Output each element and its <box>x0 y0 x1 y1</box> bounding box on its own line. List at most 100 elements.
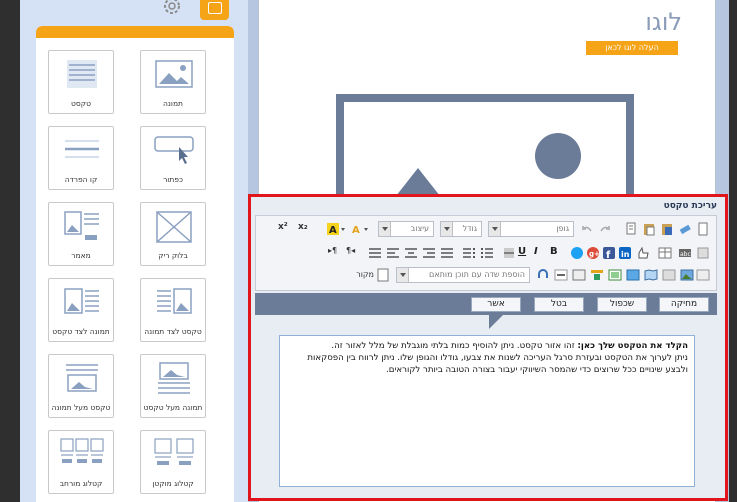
custom-field-combo-label: הוספת שדה עם תוכן מותאם <box>429 270 525 279</box>
text-above-image-icon <box>66 364 98 392</box>
strikethrough-icon[interactable] <box>502 246 516 260</box>
logo-upload-button[interactable]: העלה לוגו לכאן <box>586 41 678 55</box>
eraser-icon[interactable] <box>678 222 692 236</box>
button-icon <box>154 136 194 164</box>
copy-icon[interactable] <box>624 222 638 236</box>
editor-pointer <box>489 315 503 329</box>
blocks-toggle-button[interactable] <box>200 0 229 20</box>
toolbar-row-3: הוספת שדה עם תוכן מותאם מקור <box>256 266 716 288</box>
empty-block-icon <box>156 211 192 243</box>
sidebar: תמונה טקסט כפתור קו הפרדה בלוק ריק מאמר … <box>20 0 248 502</box>
justify-block-icon[interactable] <box>368 246 382 260</box>
superscript-icon[interactable]: x² <box>278 222 292 236</box>
image-mountain-shape <box>396 168 440 196</box>
editor-action-bar: מחיקה שכפול בטל אשר <box>255 293 717 315</box>
tile-article[interactable]: מאמר <box>48 202 114 266</box>
tile-image-above-text[interactable]: תמונה מעל טקסט <box>140 354 206 418</box>
tile-small-catalog[interactable]: קטלוג מוקטן <box>140 430 206 494</box>
tile-text-beside-image[interactable]: טקסט לצד תמונה <box>140 278 206 342</box>
delete-button[interactable]: מחיקה <box>659 297 709 312</box>
hr-icon[interactable] <box>590 268 604 282</box>
tile-image-beside-text[interactable]: תמונה לצד טקסט <box>48 278 114 342</box>
twitter-icon[interactable] <box>570 246 584 260</box>
paste-text-icon[interactable] <box>642 222 656 236</box>
confirm-button[interactable]: אשר <box>471 297 521 312</box>
editor-title: עריכת טקסט <box>663 201 717 211</box>
toolbar-row-2: abc in f g+ B I U ¶◂ ▸¶ <box>256 244 716 266</box>
iframe-icon[interactable] <box>608 268 622 282</box>
subscript-icon[interactable]: x₂ <box>298 222 312 236</box>
source-icon[interactable] <box>376 268 390 282</box>
align-right-icon[interactable] <box>422 246 436 260</box>
align-justify-icon[interactable] <box>440 246 454 260</box>
ltr-icon[interactable]: ¶◂ <box>346 246 360 260</box>
tile-label: טקסט מעל תמונה <box>51 403 111 412</box>
bold-icon[interactable]: B <box>550 246 564 260</box>
source-label[interactable]: מקור <box>356 270 374 279</box>
image-icon <box>155 60 193 88</box>
rtl-icon[interactable]: ▸¶ <box>328 246 342 260</box>
video-icon[interactable] <box>626 268 640 282</box>
linkedin-icon[interactable]: in <box>618 246 632 260</box>
paste-word-icon[interactable] <box>660 222 674 236</box>
custom-field-combo[interactable]: הוספת שדה עם תוכן מותאם <box>396 267 530 283</box>
gear-icon[interactable] <box>159 0 185 18</box>
align-center-icon[interactable] <box>404 246 418 260</box>
font-combo[interactable]: גופן <box>488 221 574 237</box>
sidebar-top-tools <box>20 0 248 28</box>
horizontal-line-icon[interactable] <box>554 268 568 282</box>
bullet-list-icon[interactable] <box>462 246 476 260</box>
underline-icon[interactable]: U <box>518 246 532 260</box>
cancel-button[interactable]: בטל <box>534 297 584 312</box>
anchor-icon[interactable]: abc <box>678 246 692 260</box>
tile-label: קו הפרדה <box>64 175 98 184</box>
size-combo-label: גודל <box>462 224 477 233</box>
tile-wide-catalog[interactable]: קטלוג מורחב <box>48 430 114 494</box>
like-icon[interactable] <box>636 246 650 260</box>
tile-label: טקסט לצד תמונה <box>144 327 202 336</box>
map-icon[interactable] <box>644 268 658 282</box>
logo-placeholder[interactable]: לוגו <box>612 8 682 36</box>
box-icon[interactable] <box>572 268 586 282</box>
italic-icon[interactable]: I <box>534 246 548 260</box>
facebook-icon[interactable]: f <box>602 246 616 260</box>
text-editor-frame: עריכת טקסט גופן גודל עיצוב A A x₂ x² abc… <box>248 194 728 501</box>
text-content-area[interactable]: הקלד את הטקסט שלך כאן: זהו אזור טקסט. ני… <box>279 335 695 487</box>
text-beside-image-icon <box>157 288 192 314</box>
small-catalog-icon <box>154 438 194 465</box>
tile-button[interactable]: כפתור <box>140 126 206 190</box>
image-above-text-icon <box>158 362 190 394</box>
gallery-icon[interactable] <box>696 268 710 282</box>
editor-toolbar: גופן גודל עיצוב A A x₂ x² abc in f g+ B … <box>255 215 717 291</box>
special-char-icon[interactable] <box>696 246 710 260</box>
table-icon[interactable] <box>658 246 672 260</box>
size-combo[interactable]: גודל <box>440 221 482 237</box>
tile-label: תמונה <box>163 99 183 108</box>
undo-icon[interactable] <box>580 222 594 236</box>
google-plus-icon[interactable]: g+ <box>586 246 600 260</box>
svg-text:g+: g+ <box>589 250 600 258</box>
align-left-icon[interactable] <box>386 246 400 260</box>
wide-catalog-icon <box>60 438 104 463</box>
tile-label: טקסט <box>71 99 91 108</box>
new-document-icon[interactable] <box>696 222 710 236</box>
article-icon <box>64 211 99 240</box>
flash-icon[interactable] <box>662 268 676 282</box>
image-sun-shape <box>535 133 581 179</box>
image-insert-icon[interactable] <box>680 268 694 282</box>
tile-label: תמונה לצד טקסט <box>52 327 110 336</box>
tile-text-above-image[interactable]: טקסט מעל תמונה <box>48 354 114 418</box>
tile-image[interactable]: תמונה <box>140 50 206 114</box>
link-icon[interactable] <box>536 268 550 282</box>
text-icon <box>67 60 97 88</box>
tile-empty-block[interactable]: בלוק ריק <box>140 202 206 266</box>
bg-color-icon[interactable]: A <box>350 222 370 236</box>
svg-text:abc: abc <box>680 251 691 258</box>
redo-icon[interactable] <box>598 222 612 236</box>
tile-text[interactable]: טקסט <box>48 50 114 114</box>
numbered-list-icon[interactable] <box>480 246 494 260</box>
format-combo[interactable]: עיצוב <box>378 221 434 237</box>
tile-divider[interactable]: קו הפרדה <box>48 126 114 190</box>
duplicate-button[interactable]: שכפול <box>597 297 647 312</box>
text-color-icon[interactable]: A <box>326 222 348 236</box>
